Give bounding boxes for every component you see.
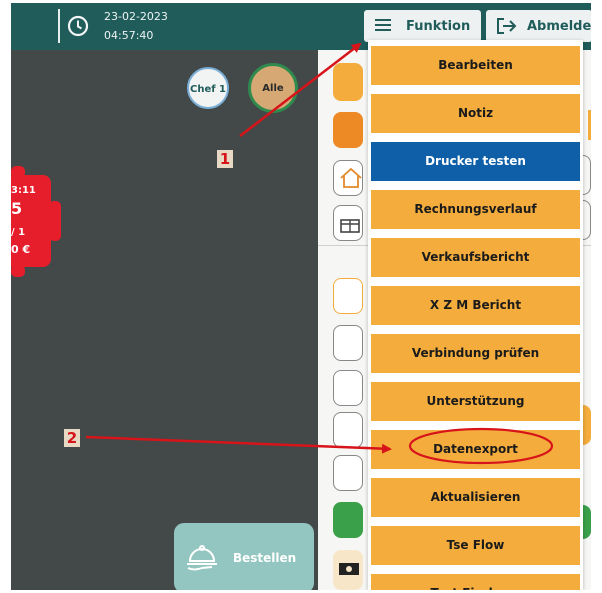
annotation-label-1: 1	[217, 150, 233, 168]
annotation-arrow-2	[85, 435, 392, 454]
annotation-label-2: 2	[64, 429, 80, 447]
annotation-highlight-ellipse	[408, 427, 554, 465]
annotation-arrow-1	[239, 42, 362, 137]
annotation-overlay	[85, 42, 554, 465]
